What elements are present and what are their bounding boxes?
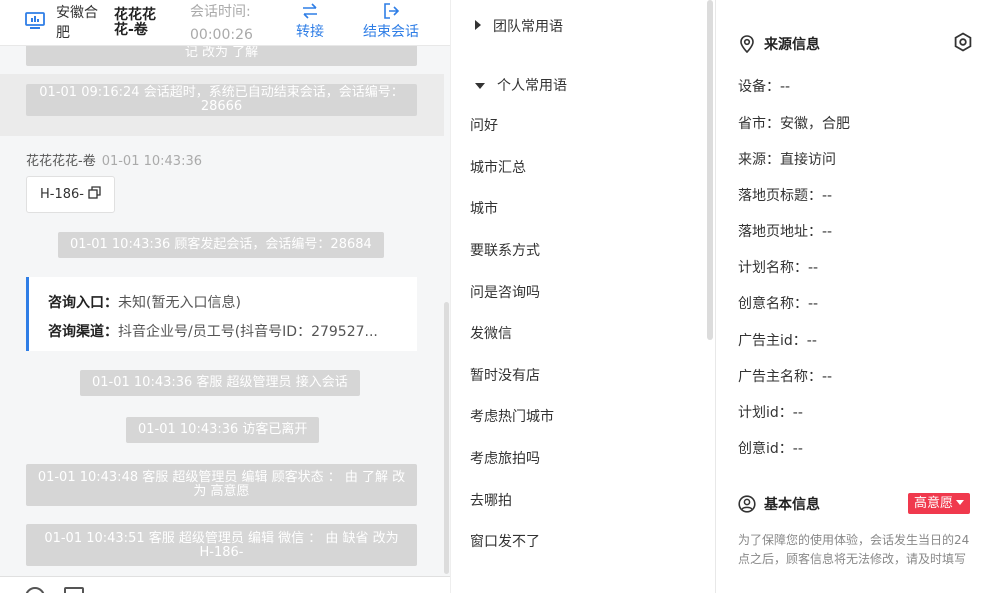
end-session-button[interactable]: 结束会话	[356, 0, 426, 41]
phrase-item[interactable]: 暂时没有店	[470, 365, 540, 385]
chat-header: 安徽合肥 花花花花-卷 会话时间: 00:00:26 转接 结束会话	[0, 0, 450, 46]
system-message: 01-01 10:43:51 客服 超级管理员 编辑 微信 ： 由 缺省 改为 …	[26, 524, 417, 566]
chevron-down-icon	[956, 500, 965, 505]
visitor-info-panel: 来源信息 设备：-- 省市：安徽，合肥 来源：直接访问 落地页标题：-- 落地页…	[715, 0, 994, 593]
consult-channel-row: 咨询渠道：抖音企业号/员工号(抖音号ID：279527...	[48, 324, 378, 340]
field-province-city: 省市：安徽，合肥	[738, 116, 850, 132]
image-icon[interactable]	[64, 587, 84, 593]
field-creative-name: 创意名称：--	[738, 296, 819, 312]
system-message: 01-01 10:43:36 顾客发起会话，会话编号：28684	[58, 232, 384, 258]
visitor-location: 安徽合肥	[56, 5, 98, 41]
phrase-item[interactable]: 城市	[470, 198, 498, 218]
visitor-name: 花花花花-卷	[114, 7, 156, 38]
field-landing-title: 落地页标题：--	[738, 188, 833, 204]
field-advertiser-name: 广告主名称：--	[738, 369, 833, 385]
settings-icon[interactable]	[953, 32, 973, 52]
phrase-item[interactable]: 考虑旅拍吗	[470, 448, 540, 468]
phrase-item[interactable]: 发微信	[470, 323, 512, 343]
location-pin-icon	[740, 35, 754, 54]
end-session-label: 结束会话	[363, 24, 419, 40]
phrase-item[interactable]: 问是咨询吗	[470, 282, 540, 302]
personal-phrases-group[interactable]: 个人常用语	[475, 75, 567, 95]
team-phrases-group[interactable]: 团队常用语	[475, 16, 563, 36]
system-message: 01-01 09:16:24 会话超时，系统已自动结束会话，会话编号：28666	[26, 84, 417, 116]
field-device: 设备：--	[738, 79, 791, 95]
field-creative-id: 创意id：--	[738, 441, 803, 457]
edit-notice: 为了保障您的使用体验，会话发生当日的24点之后，顾客信息将无法修改，请及时填写	[738, 533, 970, 566]
logout-icon	[384, 3, 400, 19]
chat-scrollbar[interactable]	[444, 302, 449, 574]
caret-right-icon	[475, 20, 481, 30]
user-circle-icon	[738, 495, 756, 513]
chat-panel: 安徽合肥 花花花花-卷 会话时间: 00:00:26 转接 结束会话 记 改为 …	[0, 0, 450, 593]
transfer-label: 转接	[296, 24, 324, 40]
transfer-icon	[303, 3, 317, 19]
field-source: 来源：直接访问	[738, 152, 836, 168]
system-message: 01-01 10:43:36 访客已离开	[126, 417, 320, 443]
field-landing-url: 落地页地址：--	[738, 224, 833, 240]
session-time-label: 会话时间:	[190, 4, 251, 20]
consult-entry-row: 咨询入口：未知(暂无入口信息)	[48, 295, 241, 311]
transfer-button[interactable]: 转接	[288, 0, 332, 41]
sender-time: 01-01 10:43:36	[101, 154, 202, 169]
phrase-item[interactable]: 城市汇总	[470, 157, 526, 177]
chat-toolbar	[0, 576, 450, 593]
session-time-value: 00:00:26	[190, 27, 253, 43]
caret-down-icon	[475, 83, 485, 89]
system-message: 01-01 10:43:36 客服 超级管理员 接入会话	[80, 370, 360, 396]
field-plan-name: 计划名称：--	[738, 260, 819, 276]
phrase-item[interactable]: 问好	[470, 115, 498, 135]
phrases-scrollbar[interactable]	[707, 0, 713, 340]
phrases-panel: 团队常用语 个人常用语 问好 城市汇总 城市 要联系方式 问是咨询吗 发微信 暂…	[450, 0, 714, 593]
monitor-icon	[25, 12, 45, 29]
field-advertiser-id: 广告主id：--	[738, 333, 817, 349]
consult-info-card: 咨询入口：未知(暂无入口信息) 咨询渠道：抖音企业号/员工号(抖音号ID：279…	[26, 277, 417, 351]
basic-info-title: 基本信息	[738, 494, 820, 514]
sender-name: 花花花花-卷	[26, 154, 96, 169]
field-plan-id: 计划id：--	[738, 405, 803, 421]
system-message: 01-01 10:43:48 客服 超级管理员 编辑 顾客状态 ： 由 了解 改…	[26, 464, 417, 506]
source-info-title: 来源信息	[738, 34, 820, 54]
phrase-item[interactable]: 去哪拍	[470, 490, 512, 510]
message-sender: 花花花花-卷 01-01 10:43:36	[26, 150, 202, 169]
copy-icon[interactable]	[88, 186, 101, 199]
bubble-text: H-186-	[40, 187, 84, 202]
message-bubble: H-186-	[26, 176, 115, 213]
intent-status-dropdown[interactable]: 高意愿	[908, 493, 971, 514]
emoji-icon[interactable]	[25, 587, 45, 593]
phrase-item[interactable]: 要联系方式	[470, 240, 540, 260]
phrase-item[interactable]: 考虑热门城市	[470, 406, 554, 426]
phrase-item[interactable]: 窗口发不了	[470, 531, 540, 551]
